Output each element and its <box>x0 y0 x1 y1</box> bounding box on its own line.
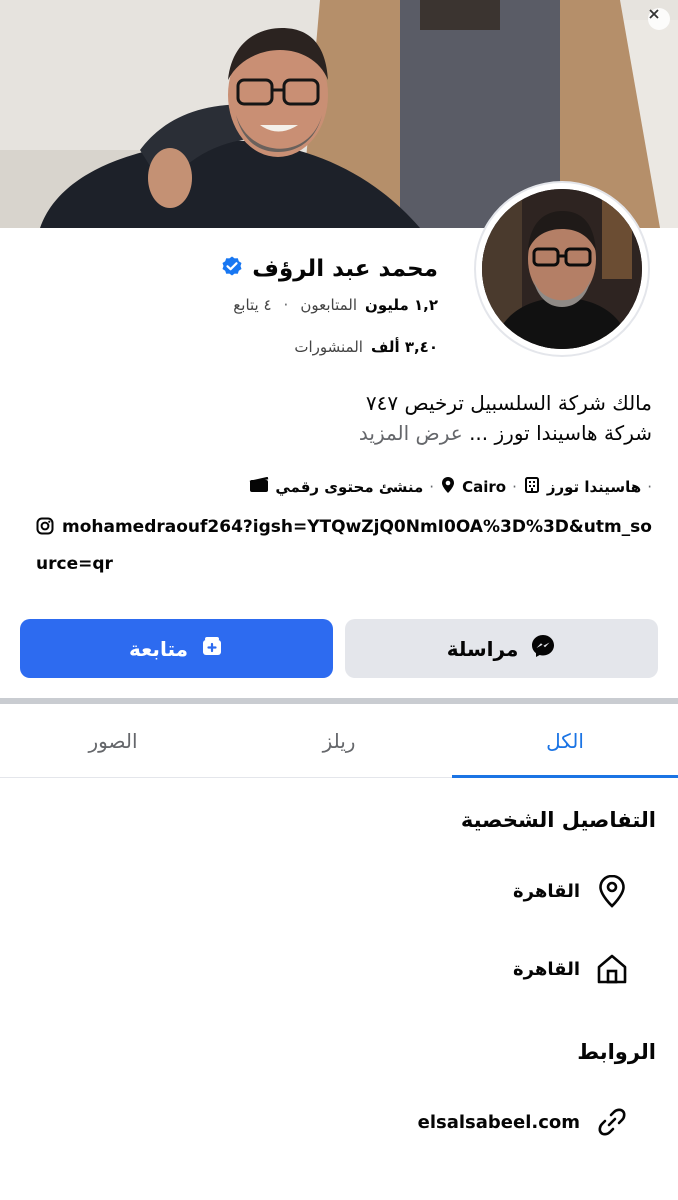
follow-label: متابعة <box>129 636 188 661</box>
bio-line-2: شركة هاسيندا تورز ... عرض المزيد <box>22 418 652 448</box>
detail-location[interactable]: القاهرة <box>513 873 630 909</box>
website-link[interactable]: elsalsabeel.com <box>418 1104 630 1140</box>
separator-dot: · <box>283 296 289 314</box>
link-icon <box>594 1104 630 1140</box>
close-icon[interactable] <box>648 8 670 30</box>
detail-home[interactable]: القاهرة <box>513 951 630 987</box>
message-label: مراسلة <box>446 636 519 661</box>
profile-name: محمد عبد الرؤف <box>252 256 438 282</box>
separator-dot: · <box>512 478 517 496</box>
message-button[interactable]: مراسلة <box>345 619 658 678</box>
following-count[interactable]: ٤ يتابع <box>233 296 271 314</box>
location-pin-icon <box>440 476 456 498</box>
city-name: Cairo <box>462 478 507 496</box>
see-more-link[interactable]: عرض المزيد <box>359 421 463 445</box>
verified-badge-icon <box>220 255 244 283</box>
profile-tabs: الكل ريلز الصور <box>0 704 678 778</box>
separator-dot: · <box>647 478 652 496</box>
meta-city[interactable]: Cairo <box>440 476 506 498</box>
home-text: القاهرة <box>513 958 580 980</box>
bio-line-1: مالك شركة السلسبيل ترخيص ٧٤٧ <box>365 391 652 415</box>
tab-reels[interactable]: ريلز <box>226 704 452 777</box>
follow-stats: ١,٢ مليون المتابعون · ٤ يتابع <box>233 296 438 314</box>
follow-button[interactable]: متابعة <box>20 619 333 678</box>
separator-dot: · <box>429 478 435 496</box>
profile-name-row: محمد عبد الرؤف <box>220 255 438 283</box>
posts-label: المنشورات <box>294 338 363 356</box>
followers-count[interactable]: ١,٢ مليون <box>365 296 438 314</box>
category-name: منشئ محتوى رقمي <box>275 478 424 496</box>
follow-icon <box>200 634 224 663</box>
posts-count: ٣,٤٠ ألف <box>370 338 438 356</box>
meta-company[interactable]: هاسيندا تورز <box>523 476 641 498</box>
bio-line-2-text: شركة هاسيندا تورز ... <box>469 421 652 445</box>
next-section-peek <box>0 1188 678 1200</box>
instagram-icon <box>36 513 54 547</box>
profile-avatar[interactable] <box>476 183 648 355</box>
building-icon <box>523 476 541 498</box>
followers-label[interactable]: المتابعون <box>300 296 357 314</box>
personal-details-title: التفاصيل الشخصية <box>460 808 656 832</box>
clapperboard-icon <box>249 476 269 497</box>
location-text: القاهرة <box>513 880 580 902</box>
messenger-icon <box>530 633 556 664</box>
website-text: elsalsabeel.com <box>417 1111 580 1133</box>
post-stats: ٣,٤٠ ألف المنشورات <box>294 338 438 356</box>
profile-bio: مالك شركة السلسبيل ترخيص ٧٤٧ شركة هاسيند… <box>22 388 652 448</box>
profile-meta: · هاسيندا تورز · Cairo · منشئ محتوى رقمي <box>249 476 652 498</box>
avatar-image <box>482 189 642 349</box>
instagram-handle: mohamedraouf264?igsh=YTQwZjQ0NmI0OA%3D%3… <box>36 517 652 574</box>
links-title: الروابط <box>577 1040 656 1064</box>
tab-all[interactable]: الكل <box>452 704 678 778</box>
instagram-link[interactable]: mohamedraouf264?igsh=YTQwZjQ0NmI0OA%3D%3… <box>36 510 656 581</box>
location-pin-icon <box>594 873 630 909</box>
tab-photos[interactable]: الصور <box>0 704 226 777</box>
meta-category: منشئ محتوى رقمي <box>249 476 424 497</box>
company-name: هاسيندا تورز <box>546 478 642 496</box>
home-icon <box>594 951 630 987</box>
